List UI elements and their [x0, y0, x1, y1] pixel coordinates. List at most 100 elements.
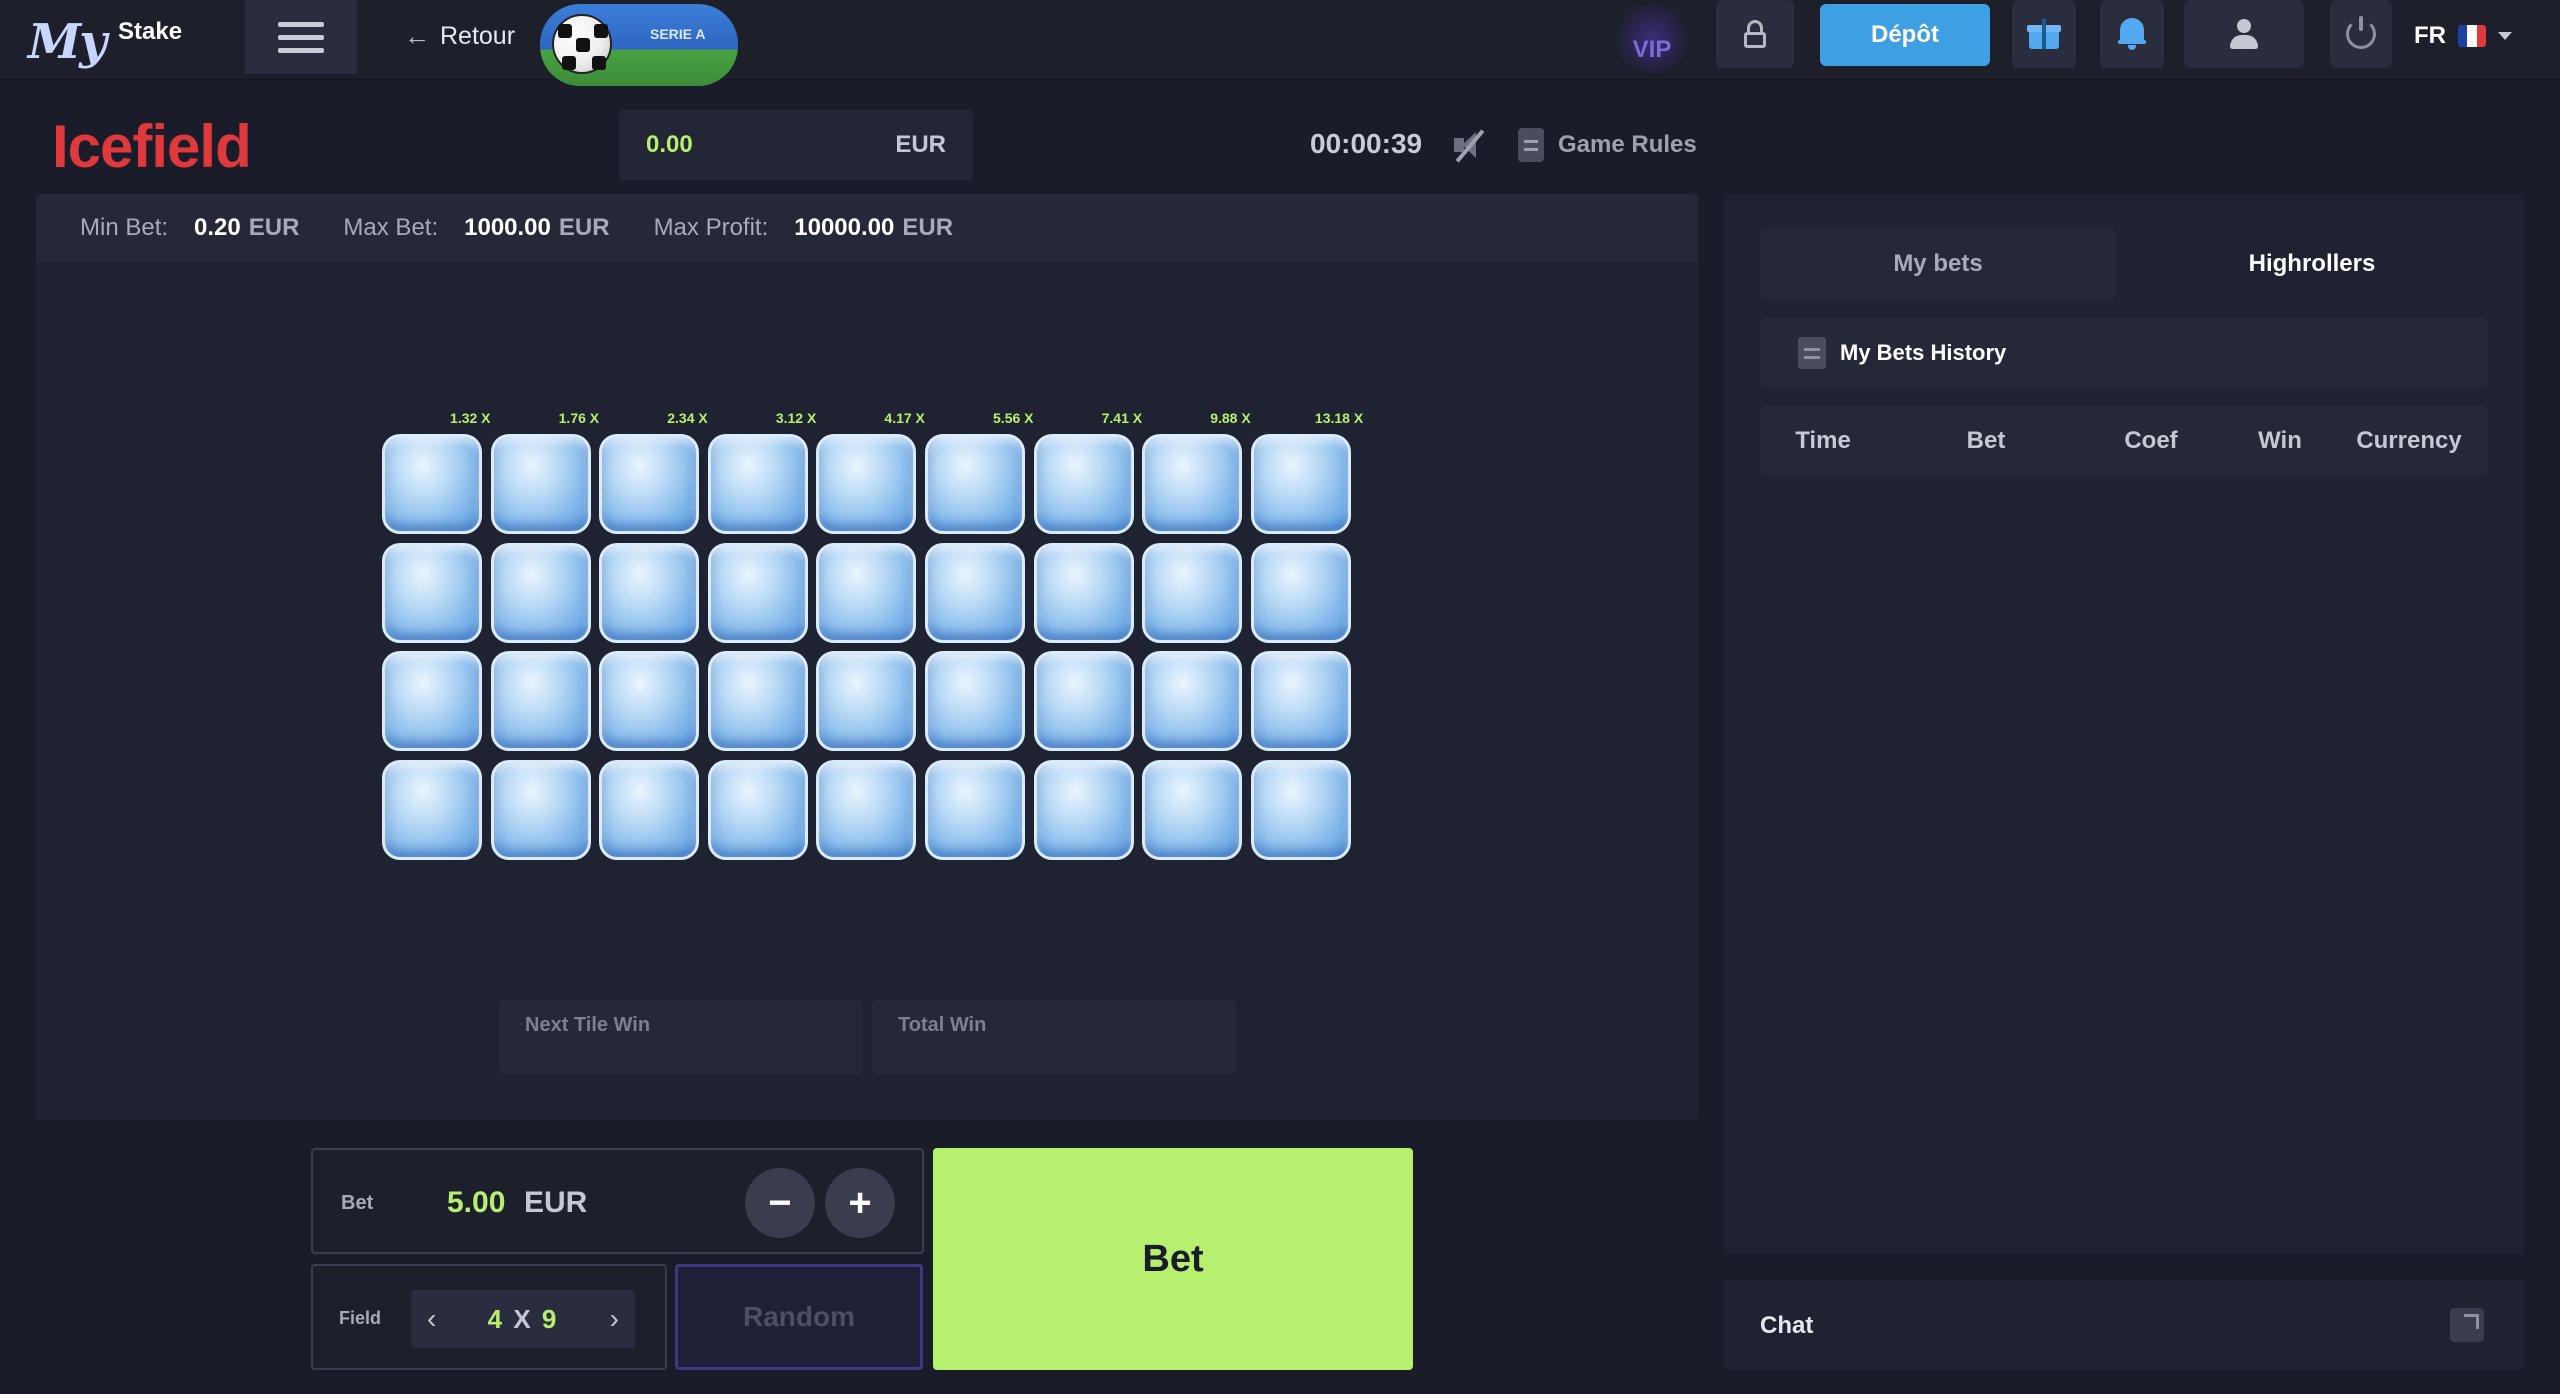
expand-icon[interactable] [2450, 1308, 2484, 1342]
vip-button[interactable]: VIP [1614, 4, 1690, 74]
ice-tile[interactable] [382, 542, 482, 643]
menu-icon-bar [278, 21, 324, 27]
ice-tile[interactable] [490, 651, 591, 752]
ice-tile[interactable] [1033, 651, 1134, 752]
balance-amount: 0.00 [646, 131, 693, 158]
field-size-selector: ‹ 4 X 9 › [411, 1290, 635, 1348]
vip-label: VIP [1632, 36, 1672, 63]
game-rules-label: Game Rules [1558, 131, 1697, 158]
next-tile-win-box: Next Tile Win [499, 1000, 863, 1074]
bet-limits-bar: Min Bet: 0.20 EUR Max Bet: 1000.00 EUR M… [36, 194, 1698, 262]
multiplier-label: 5.56 X [993, 410, 1034, 426]
tab-my-bets[interactable]: My bets [1760, 228, 2116, 300]
language-selector[interactable]: FR [2414, 22, 2512, 50]
menu-icon-bar [278, 34, 324, 40]
logo-stake-text: Stake [118, 18, 183, 45]
deposit-button[interactable]: Dépôt [1820, 4, 1990, 66]
min-bet-currency: EUR [248, 214, 300, 241]
column-header-coef: Coef [2124, 427, 2178, 454]
hamburger-menu-button[interactable] [245, 0, 357, 74]
ice-tile[interactable] [816, 542, 917, 643]
max-bet-value: 1000.00 [464, 214, 551, 241]
ice-tile[interactable] [599, 542, 700, 643]
field-x: X [513, 1303, 533, 1334]
ice-tile[interactable] [707, 434, 808, 534]
max-profit-label: Max Profit: [653, 214, 769, 241]
ice-tile[interactable] [816, 651, 917, 752]
ice-tile[interactable] [707, 759, 808, 860]
ice-tile[interactable] [382, 651, 482, 752]
ice-tile[interactable] [1142, 651, 1243, 752]
field-label: Field [339, 1308, 382, 1328]
chat-bar[interactable]: Chat [1724, 1280, 2524, 1370]
back-label: Retour [440, 21, 516, 50]
ice-tile[interactable] [707, 542, 808, 643]
notifications-button[interactable] [2100, 0, 2164, 68]
field-size-value: 4 X 9 [488, 1304, 559, 1335]
ice-tile[interactable] [599, 759, 700, 860]
language-code: FR [2414, 22, 2446, 49]
chat-label: Chat [1760, 1312, 1814, 1339]
mystake-logo[interactable]: My Stake [28, 10, 188, 70]
ice-tile[interactable] [490, 759, 591, 860]
ice-tile[interactable] [1250, 759, 1351, 860]
ice-tile[interactable] [816, 434, 917, 534]
min-bet-label: Min Bet: [80, 214, 169, 241]
random-button[interactable]: Random [675, 1264, 923, 1370]
game-rules-button[interactable]: Game Rules [1518, 128, 1697, 162]
chevron-right-icon[interactable]: › [610, 1303, 619, 1335]
ice-tile[interactable] [1033, 542, 1134, 643]
ice-tile[interactable] [924, 759, 1025, 860]
chevron-left-icon[interactable]: ‹ [427, 1303, 436, 1335]
ice-tile[interactable] [707, 651, 808, 752]
session-timer: 00:00:39 [1310, 128, 1423, 159]
back-button[interactable]: ← Retour [404, 18, 515, 54]
list-icon [1798, 337, 1826, 369]
min-bet-value: 0.20 [194, 214, 241, 241]
bets-table-header: Time Bet Coef Win Currency [1760, 406, 2488, 476]
ice-tile[interactable] [924, 542, 1025, 643]
multiplier-label: 3.12 X [775, 410, 817, 426]
top-bar: My Stake ← Retour SERIE A VIP Dépôt FR [0, 0, 2560, 86]
power-icon [2346, 16, 2376, 49]
profile-button[interactable] [2184, 0, 2304, 68]
ice-tile[interactable] [1250, 542, 1351, 643]
ice-tile[interactable] [1142, 542, 1243, 643]
sound-muted-icon[interactable] [1450, 128, 1490, 164]
ice-tile[interactable] [599, 434, 700, 534]
ice-tile[interactable] [1250, 651, 1351, 752]
bet-amount-input[interactable]: 5.00 [447, 1186, 505, 1220]
document-icon [1518, 128, 1544, 162]
lock-button[interactable] [1716, 0, 1794, 68]
ice-tile[interactable] [382, 434, 482, 534]
multiplier-label: 4.17 X [884, 410, 925, 426]
ice-tile[interactable] [1250, 434, 1351, 534]
bet-amount-control: Bet 5.00 EUR − + [311, 1148, 924, 1254]
menu-icon-bar [278, 47, 324, 53]
max-profit-value: 10000.00 [794, 214, 895, 241]
tab-highrollers[interactable]: Highrollers [2134, 228, 2490, 300]
ice-tile[interactable] [1033, 434, 1134, 534]
serie-a-promo-banner[interactable]: SERIE A [540, 4, 738, 86]
ice-tile[interactable] [382, 759, 482, 860]
decrease-bet-button[interactable]: − [745, 1168, 815, 1238]
ice-tile[interactable] [1142, 759, 1243, 860]
multiplier-label: 7.41 X [1101, 410, 1143, 426]
game-board: 1.32 X 1.76 X 2.34 X 3.12 X 4.17 X 5.56 X 7.41… [36, 262, 1698, 1120]
bet-label: Bet [341, 1192, 374, 1214]
ice-tile[interactable] [924, 434, 1025, 534]
bet-button[interactable]: Bet [933, 1148, 1413, 1370]
ice-tile[interactable] [490, 434, 591, 534]
gift-button[interactable] [2012, 0, 2076, 68]
ice-tile[interactable] [1033, 759, 1134, 860]
column-header-win: Win [2258, 427, 2302, 454]
next-tile-win-label: Next Tile Win [525, 1014, 651, 1036]
ice-tile[interactable] [924, 651, 1025, 752]
multiplier-label: 2.34 X [667, 410, 708, 426]
ice-tile[interactable] [599, 651, 700, 752]
ice-tile[interactable] [490, 542, 591, 643]
logout-button[interactable] [2330, 0, 2392, 68]
ice-tile[interactable] [1142, 434, 1243, 534]
increase-bet-button[interactable]: + [825, 1168, 895, 1238]
ice-tile[interactable] [816, 759, 917, 860]
